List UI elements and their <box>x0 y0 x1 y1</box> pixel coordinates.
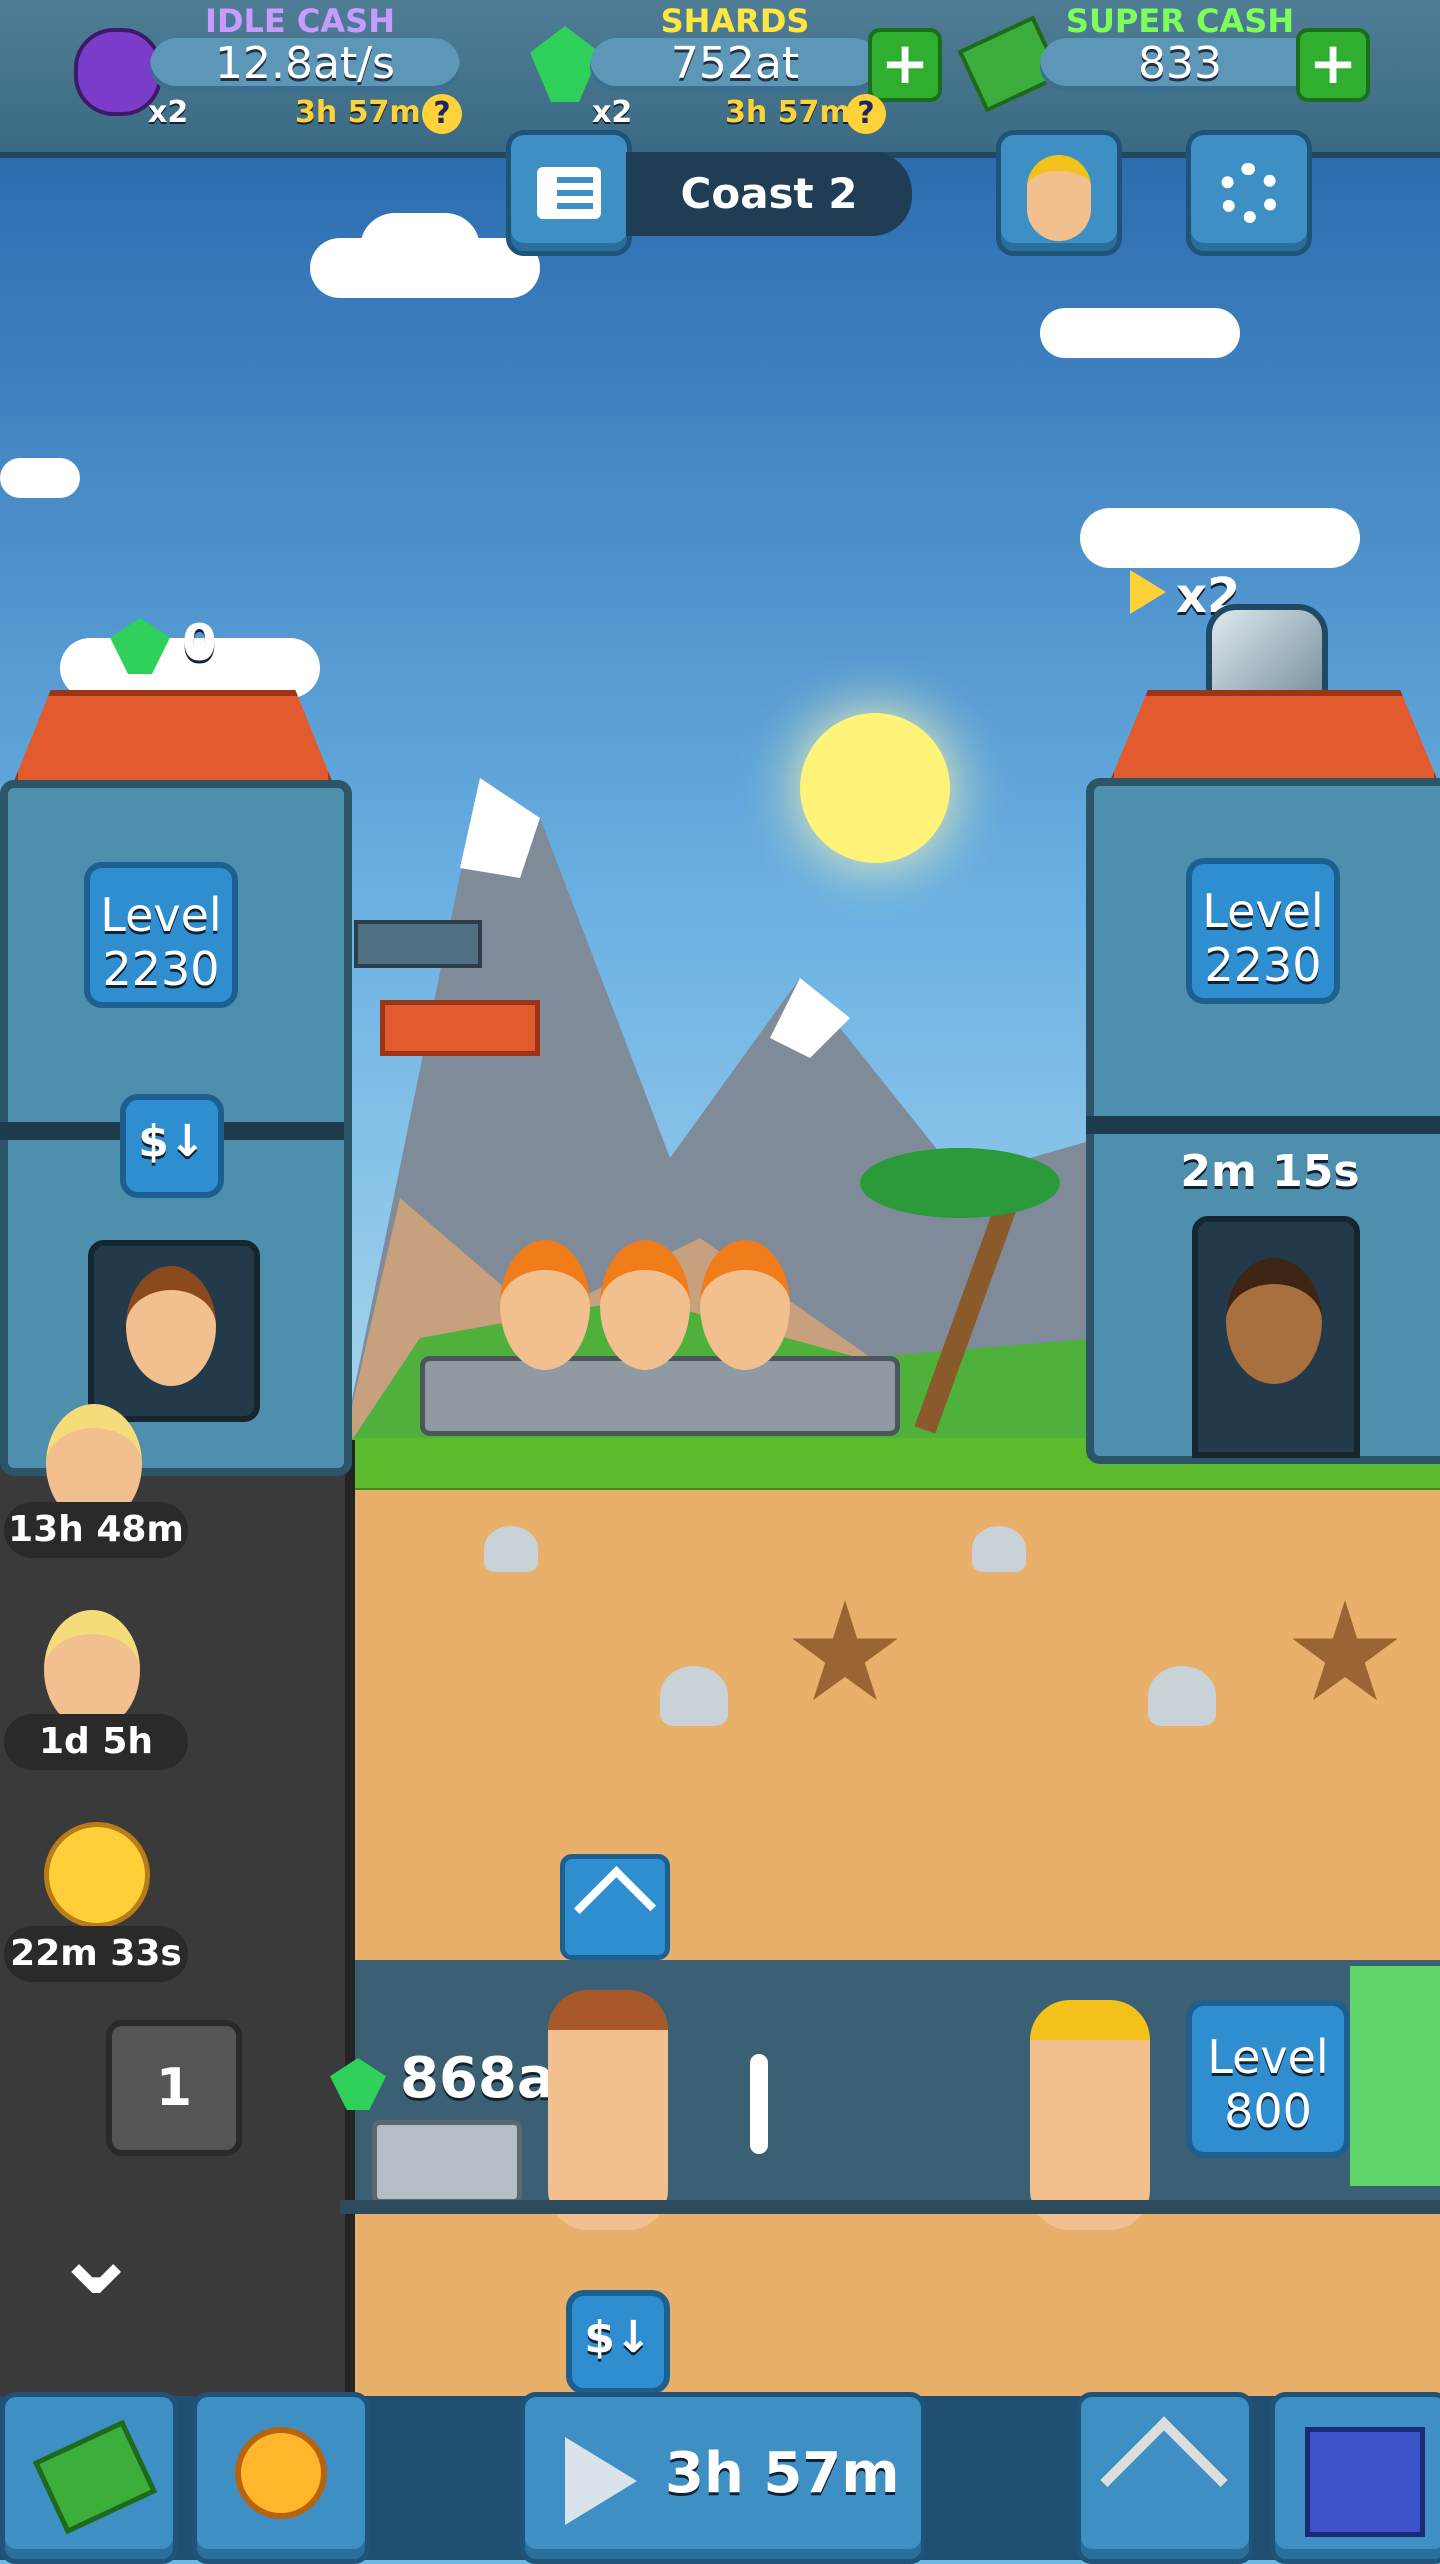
shaft-level-label: Level <box>1207 2030 1329 2084</box>
miner-worker[interactable] <box>1030 2000 1150 2230</box>
market-manager-avatar[interactable] <box>1226 1258 1322 1384</box>
shell-decoration <box>1148 1666 1216 1726</box>
warehouse-roof <box>12 690 334 786</box>
elevator-floor-indicator[interactable]: 1 <box>106 2020 242 2156</box>
help-icon[interactable]: ? <box>422 94 462 134</box>
miner-face-icon <box>1027 155 1091 241</box>
shards-value: 752at <box>670 38 800 89</box>
shaft-level-value: 800 <box>1224 2084 1312 2138</box>
pipe <box>354 920 482 968</box>
cloud <box>1040 308 1240 358</box>
cloud <box>0 458 80 498</box>
world-map-icon <box>1305 2427 1425 2537</box>
boost-button[interactable] <box>192 2392 370 2564</box>
lightning-coin-icon <box>235 2427 327 2519</box>
idle-cash-label: IDLE CASH <box>205 2 395 40</box>
idle-cash-value: 12.8at/s <box>215 38 395 89</box>
shell-decoration <box>660 1666 728 1726</box>
scroll-down-chevron-icon[interactable]: ⌄ <box>50 2200 142 2310</box>
add-shards-button[interactable]: + <box>868 28 942 102</box>
shards-timer: 3h 57m <box>725 95 851 130</box>
warehouse-gem-count: 0 <box>182 614 217 672</box>
boost-timer: 1d 5h <box>4 1714 188 1770</box>
light-fixture <box>750 2054 768 2154</box>
cash-stack-icon <box>32 2419 158 2535</box>
transporter-worker <box>500 1240 590 1370</box>
idle-cash-timer: 3h 57m <box>295 95 421 130</box>
shards-multiplier: x2 <box>592 95 633 130</box>
shaft-upgrade-button[interactable]: $↓ <box>566 2290 670 2394</box>
gear-icon <box>1219 163 1279 223</box>
shaft-container[interactable] <box>372 2120 522 2204</box>
super-cash-label: SUPER CASH <box>1065 2 1295 40</box>
market-level-badge[interactable]: Level 2230 <box>1186 858 1340 1004</box>
market-roof <box>1108 690 1440 786</box>
shell-decoration <box>972 1526 1026 1572</box>
stopwatch-icon[interactable] <box>44 1822 150 1928</box>
manager-button[interactable] <box>996 130 1122 256</box>
warehouse-upgrade-button[interactable]: $↓ <box>120 1094 224 1198</box>
warehouse-level-value: 2230 <box>102 942 220 996</box>
divider <box>1086 1116 1440 1134</box>
add-super-cash-button[interactable]: + <box>1296 28 1370 102</box>
market-timer: 2m 15s <box>1180 1146 1360 1197</box>
idle-cash-multiplier: x2 <box>148 95 189 130</box>
shell-decoration <box>484 1526 538 1572</box>
help-icon[interactable]: ? <box>846 94 886 134</box>
shaft-new-button[interactable] <box>560 1854 670 1960</box>
mine-carts <box>420 1356 900 1436</box>
shaft-manager-avatar[interactable] <box>548 1990 668 2230</box>
play-boost-timer: 3h 57m <box>665 2441 900 2506</box>
ore-deposit <box>1350 1966 1440 2186</box>
map-button[interactable] <box>1270 2392 1440 2564</box>
shards-label: SHARDS <box>660 2 810 40</box>
settings-button[interactable] <box>1186 130 1312 256</box>
play-icon <box>565 2437 637 2525</box>
warehouse-level-badge[interactable]: Level 2230 <box>84 862 238 1008</box>
research-button[interactable] <box>1076 2392 1254 2564</box>
warehouse-manager-avatar[interactable] <box>126 1266 216 1386</box>
pickaxe-icon <box>573 1865 657 1949</box>
shop-button[interactable] <box>0 2392 178 2564</box>
cloud <box>360 213 480 283</box>
boost-manager-avatar[interactable] <box>44 1610 140 1730</box>
market-manager-door[interactable] <box>1192 1216 1360 1458</box>
boost-timer: 22m 33s <box>4 1926 188 1982</box>
super-cash-value: 833 <box>1138 38 1222 89</box>
dirt-layer-lower <box>340 2210 1440 2410</box>
pickaxe-shovel-icon <box>1100 2416 1228 2544</box>
pipe-outlet <box>380 1000 540 1056</box>
warehouse-level-label: Level <box>100 888 222 942</box>
market-level-value: 2230 <box>1204 938 1322 992</box>
boost-timer: 13h 48m <box>4 1502 188 1558</box>
palm-leaves <box>860 1148 1060 1218</box>
transporter-worker <box>600 1240 690 1370</box>
play-boost-button[interactable]: 3h 57m <box>520 2392 926 2564</box>
mine-floor <box>340 2200 1440 2214</box>
transporter-worker <box>700 1240 790 1370</box>
warehouse-manager-door[interactable] <box>88 1240 260 1422</box>
mine-name-label[interactable]: Coast 2 <box>626 152 912 236</box>
list-icon <box>537 167 601 219</box>
list-menu-button[interactable] <box>506 130 632 256</box>
play-icon <box>1130 570 1166 614</box>
market-level-label: Level <box>1202 884 1324 938</box>
shaft-level-badge[interactable]: Level 800 <box>1186 2000 1350 2158</box>
cloud <box>1080 508 1360 568</box>
